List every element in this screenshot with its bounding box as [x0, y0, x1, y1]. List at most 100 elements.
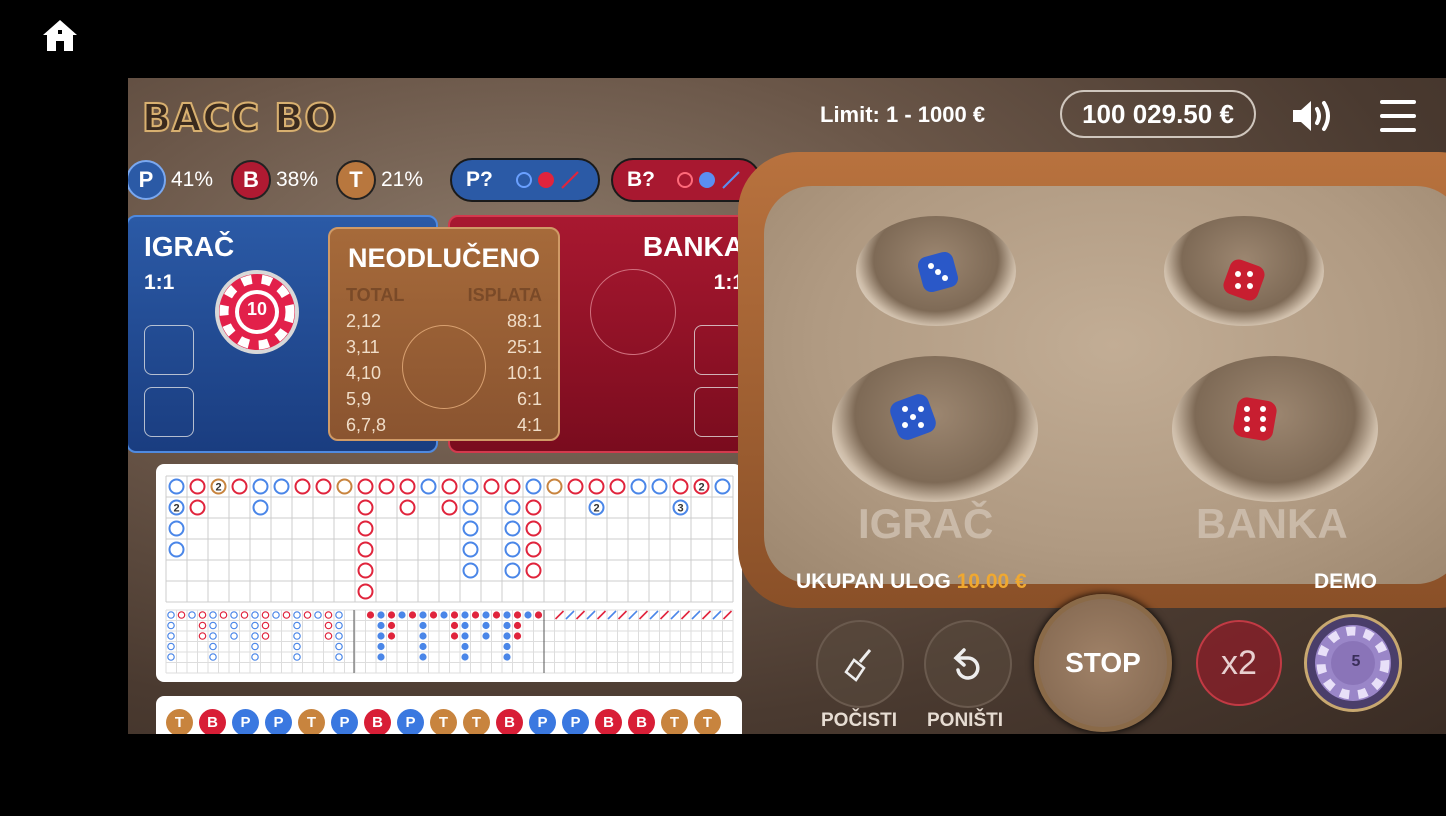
undo-button[interactable] [924, 620, 1012, 708]
double-label: x2 [1221, 643, 1257, 682]
road-mark [168, 478, 185, 495]
road-mark [483, 478, 500, 495]
scoreboard-roads[interactable]: 2 2 2 2 3 [156, 464, 742, 682]
small-road-mark [524, 611, 532, 619]
small-road-mark [324, 611, 333, 619]
small-road-mark [503, 611, 511, 619]
small-road-mark [450, 611, 459, 619]
small-road-mark [209, 653, 217, 661]
sound-button[interactable] [1290, 96, 1342, 136]
small-road-mark [251, 621, 259, 630]
player-bonus-slot[interactable] [144, 387, 194, 437]
road-mark [651, 478, 668, 495]
player-bowl-2 [832, 356, 1038, 502]
player-bet-chip[interactable]: 10 [214, 269, 300, 355]
small-road-mark [293, 632, 301, 640]
blue-die-icon [890, 394, 936, 440]
history-bead: B [595, 709, 622, 734]
small-road-mark [303, 611, 312, 619]
history-bead: P [562, 709, 589, 734]
tie-row-total: 5,9 [346, 389, 372, 409]
road-mark [399, 478, 416, 495]
player-bet-odds: 1:1 [144, 271, 175, 294]
small-road-mark [419, 642, 427, 651]
road-mark [189, 478, 206, 495]
small-road-mark [209, 632, 217, 640]
road-mark [357, 562, 374, 579]
total-bet-value: 10.00 € [956, 570, 1027, 593]
balance-display: 100 029.50 € [1060, 90, 1256, 138]
home-button[interactable] [40, 16, 80, 56]
tie-row-total: 4,10 [346, 363, 382, 383]
chip-selector-button[interactable]: 5 [1304, 614, 1402, 712]
road-mark [525, 520, 542, 537]
banker-pair-slot[interactable] [694, 325, 744, 375]
tie-table-header: TOTAL ISPLATA [346, 285, 542, 306]
small-road-mark [691, 610, 701, 620]
history-bead: T [166, 709, 193, 734]
game-logo: BACC BO [141, 95, 338, 141]
banker-prediction-button[interactable]: B? [611, 158, 761, 202]
small-road-mark [617, 610, 628, 620]
stop-label: STOP [1065, 647, 1141, 678]
road-mark [462, 520, 479, 537]
road-marker-number: 2 [593, 503, 599, 515]
tie-row-total: 2,12 [346, 311, 382, 331]
small-road-mark [492, 611, 501, 619]
double-button[interactable]: x2 [1196, 620, 1282, 706]
road-mark [714, 478, 731, 495]
clear-button[interactable] [816, 620, 904, 708]
stop-button[interactable]: STOP [1034, 594, 1172, 732]
tie-row-payout: 6:1 [516, 389, 542, 409]
menu-button[interactable] [1380, 100, 1416, 132]
big-road-grid: 2 2 2 2 3 [165, 475, 734, 674]
small-road-mark [167, 632, 175, 640]
player-chip-value: 10 [246, 299, 268, 319]
small-road-mark [628, 610, 638, 620]
small-road-mark [167, 642, 175, 651]
small-road-mark [219, 611, 228, 619]
small-road-mark [722, 610, 733, 620]
small-road-mark [387, 611, 396, 619]
road-mark [462, 499, 479, 516]
history-row: TBPPTPBPTTBPPBBTT [166, 709, 721, 734]
bead-plate-history[interactable]: TBPPTPBPTTBPPBBTT [156, 696, 742, 734]
small-road-mark [513, 632, 522, 640]
total-bet: UKUPAN ULOG 10.00 € [796, 570, 1027, 594]
menu-icon-bar [1380, 128, 1416, 132]
small-road-mark [377, 653, 385, 661]
small-road-mark [198, 621, 207, 630]
banker-stat-badge: B [231, 160, 271, 200]
road-mark [399, 499, 416, 516]
banker-prediction-label: B? [627, 168, 655, 191]
small-road-mark [272, 611, 280, 619]
tie-bet-area[interactable]: NEODLUČENO TOTAL ISPLATA 2,12 88:1 3,11 25… [328, 227, 560, 441]
small-road-mark [429, 611, 438, 619]
player-pair-slot[interactable] [144, 325, 194, 375]
player-stat-badge: P [128, 160, 166, 200]
small-road-mark [575, 610, 586, 620]
road-mark [336, 478, 353, 495]
small-road-mark [440, 611, 448, 619]
small-road-mark [659, 610, 670, 620]
road-mark [462, 562, 479, 579]
road-mark [252, 478, 269, 495]
blue-ring-icon [516, 172, 532, 188]
table-banker-label: BANKA [1196, 500, 1348, 547]
red-die-icon [1233, 397, 1277, 441]
history-bead: P [232, 709, 259, 734]
banker-bonus-slot[interactable] [694, 387, 744, 437]
small-road-mark [503, 642, 511, 651]
home-icon [43, 20, 77, 51]
tie-row-payout: 10:1 [506, 363, 542, 383]
player-prediction-button[interactable]: P? [450, 158, 600, 202]
small-road-mark [251, 642, 259, 651]
small-road-mark [554, 610, 565, 620]
history-bead: B [496, 709, 523, 734]
small-road-mark [701, 610, 712, 620]
small-road-mark [335, 642, 343, 651]
small-road-mark [450, 632, 459, 640]
blue-die-icon [917, 251, 959, 293]
player-stat-pct: 41% [171, 168, 214, 191]
tie-row-total: 3,11 [346, 337, 380, 357]
